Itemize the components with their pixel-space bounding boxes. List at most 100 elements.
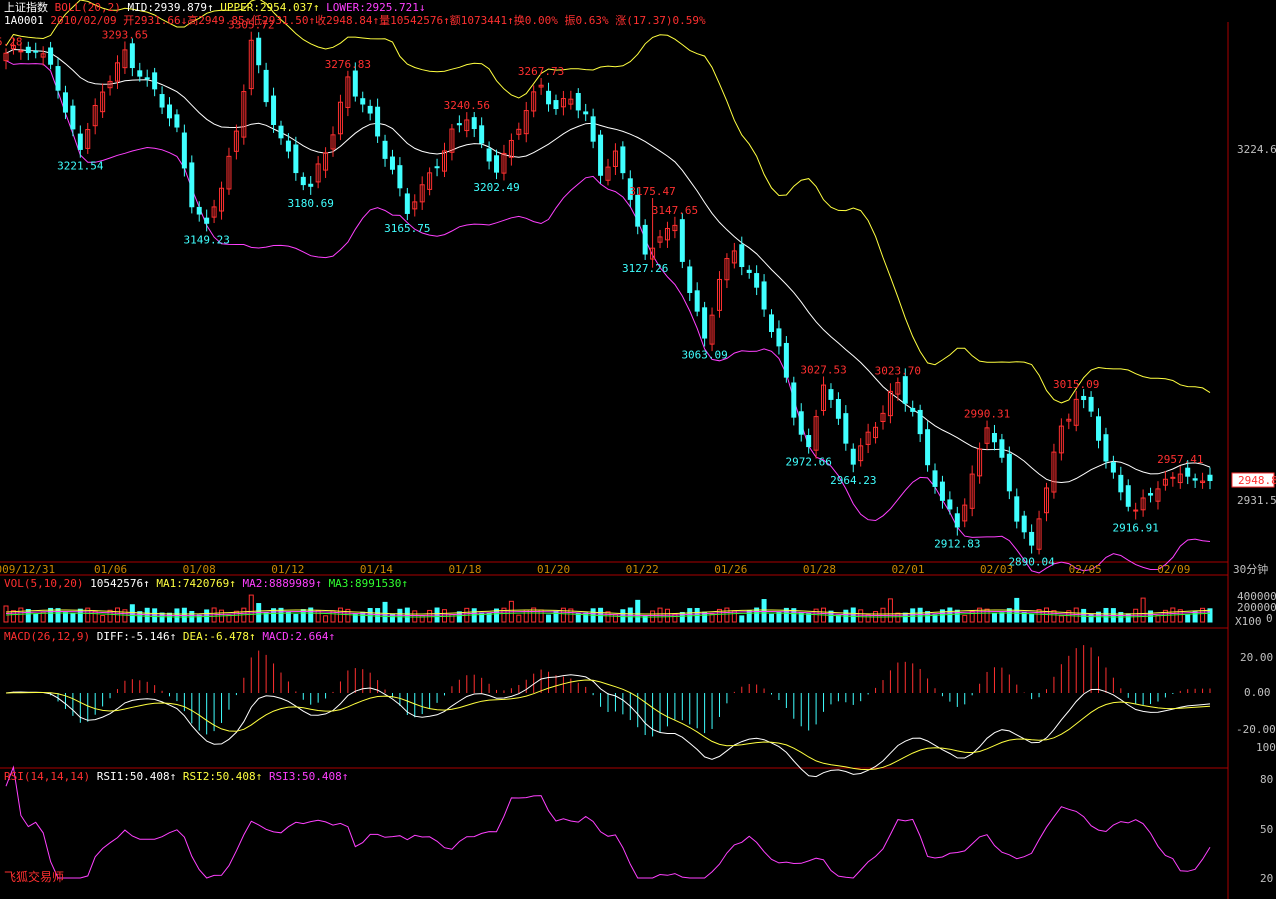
volume-bar (159, 612, 165, 623)
low-price-label: 2916.91 (1112, 521, 1158, 534)
candle-body (1192, 478, 1198, 481)
candle-body (486, 148, 492, 162)
price-tick-label: 3224.6 (1237, 143, 1276, 156)
candle-body (189, 162, 195, 208)
candle-body (271, 95, 277, 125)
candle-body (293, 144, 299, 174)
candle-body (263, 69, 269, 103)
volume-bar (679, 611, 685, 623)
candle-body (798, 411, 804, 435)
rsi-label: RSI(14,14,14) (4, 770, 91, 783)
high-price-label: 95.28 (0, 35, 23, 48)
candle-body (991, 433, 997, 443)
candle-body (48, 47, 54, 65)
macd-tick-label: 0.00 (1244, 686, 1271, 699)
macd-tick-label: 20.00 (1240, 651, 1273, 664)
volume-bar (739, 615, 745, 623)
watermark: 飞狐交易师 (4, 870, 65, 884)
candle-body (300, 176, 306, 186)
candle-body (1125, 485, 1131, 507)
macd-label: MACD(26,12,9) (4, 630, 91, 643)
rsi-tick-label: 20 (1260, 872, 1273, 885)
high-price-label: 3293.65 (102, 28, 148, 41)
date-tick-label: 01/14 (360, 563, 393, 576)
volume-bar (835, 614, 841, 623)
candle-body (1133, 509, 1139, 512)
volume-bar (984, 608, 990, 623)
volume-bar (18, 607, 24, 623)
volume-bar (895, 612, 901, 623)
volume-bar (709, 613, 715, 623)
low-price-label: 2972.66 (785, 456, 831, 469)
candle-body (129, 43, 135, 69)
candle-body (635, 194, 641, 227)
candle-body (791, 382, 797, 418)
volume-bar (375, 608, 381, 623)
candle-body (55, 66, 61, 91)
volume-bar (902, 612, 908, 623)
macd-diff: DIFF:-5.146↑ (96, 630, 177, 643)
candle-body (367, 105, 373, 114)
candle-body (843, 413, 849, 444)
candle-body (404, 193, 410, 214)
candle-body (1021, 515, 1027, 533)
volume-bar (293, 613, 299, 623)
volume-bar (1029, 613, 1035, 623)
date-tick-label: 02/09 (1157, 563, 1190, 576)
volume-bar (337, 607, 343, 623)
candle-body (159, 94, 165, 108)
candle-body (352, 70, 358, 97)
candle-body (702, 307, 708, 339)
date-tick-label: 01/08 (183, 563, 216, 576)
candle-body (1014, 496, 1020, 522)
candle-body (397, 165, 403, 189)
candle-body (456, 123, 462, 126)
volume-bar (1185, 614, 1191, 623)
stock-chart[interactable]: 95.283293.653305.723276.833240.563267.73… (0, 0, 1276, 899)
candle-body (1185, 467, 1191, 477)
volume-bar (932, 614, 938, 623)
volume-panel-header: VOL(5,10,20) 10542576↑ MA1:7420769↑ MA2:… (4, 577, 408, 590)
rsi-line (5, 765, 1211, 879)
candle-body (783, 342, 789, 378)
rsi3: RSI3:50.408↑ (268, 770, 349, 783)
high-price-label: 3240.56 (444, 99, 490, 112)
volume-bar (962, 614, 968, 623)
low-price-label: 2890.04 (1008, 556, 1055, 569)
volume-bar (107, 609, 113, 623)
volume-bar (516, 614, 522, 623)
candle-body (25, 46, 31, 54)
date-tick-label: 02/03 (980, 563, 1013, 576)
candle-body (375, 106, 381, 137)
candle-body (620, 146, 626, 174)
high-price-label: 3147.65 (652, 204, 698, 217)
volume-bar (761, 599, 767, 623)
low-price-label: 3063.09 (681, 348, 727, 361)
volume-bar (635, 599, 641, 623)
candle-body (77, 133, 83, 150)
date-tick-label: 01/28 (803, 563, 836, 576)
candle-body (360, 98, 366, 105)
low-price-label: 2964.23 (830, 474, 876, 487)
vol-label: VOL(5,10,20) (4, 577, 84, 590)
volume-bar (858, 609, 864, 623)
volume-bar (969, 610, 975, 623)
boll-lower: LOWER:2925.721↓ (326, 1, 426, 14)
macd-tick-label: -20.00 (1236, 723, 1276, 736)
low-price-label: 2912.83 (934, 538, 980, 551)
candle-body (1207, 474, 1213, 482)
volume-bar (10, 610, 16, 623)
volume-bar (70, 613, 76, 623)
candle-body (642, 224, 648, 255)
candle-body (835, 398, 841, 419)
volume-bar (724, 607, 730, 623)
rsi-tick-label: 100 (1256, 741, 1276, 754)
candle-body (761, 281, 767, 310)
macd-diff-line (5, 674, 1211, 778)
last-price-label: 2948.8 (1238, 474, 1276, 487)
boll-mid-line (5, 48, 1211, 484)
candle-body (174, 114, 180, 128)
rsi1: RSI1:50.408↑ (96, 770, 177, 783)
candle-body (382, 140, 388, 159)
date-tick-label: 01/12 (271, 563, 304, 576)
